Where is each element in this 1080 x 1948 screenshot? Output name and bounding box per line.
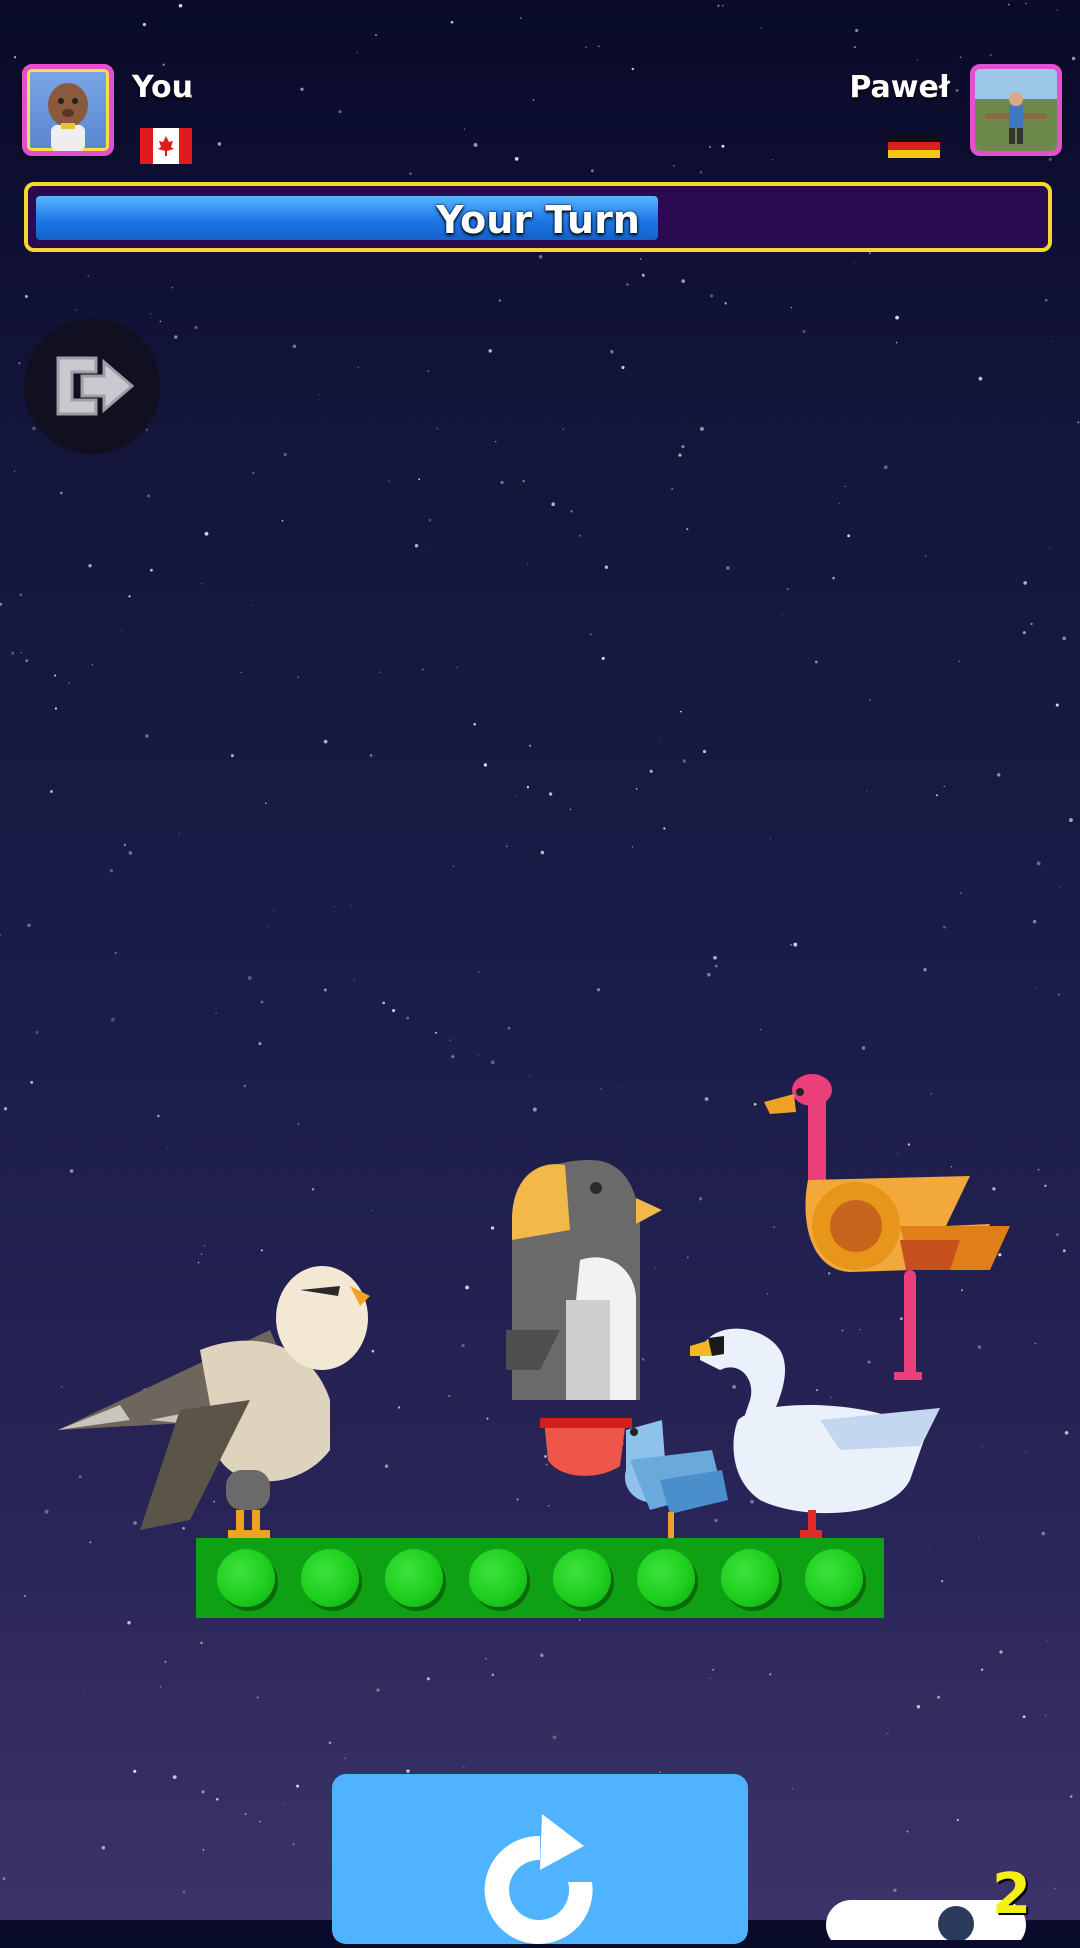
platform-peg xyxy=(385,1549,443,1607)
rotate-button[interactable] xyxy=(332,1774,748,1944)
platform-peg xyxy=(301,1549,359,1607)
platform-peg xyxy=(805,1549,863,1607)
penguin-piece[interactable] xyxy=(506,1160,662,1400)
platform-peg xyxy=(637,1549,695,1607)
swan-piece[interactable] xyxy=(690,1328,940,1538)
platform-peg xyxy=(721,1549,779,1607)
eagle-piece[interactable] xyxy=(58,1266,370,1538)
rotate-icon xyxy=(484,1814,593,1944)
platform-peg xyxy=(553,1549,611,1607)
pelican-piece[interactable] xyxy=(540,1418,728,1538)
platform-peg xyxy=(469,1549,527,1607)
pieces-counter-value: 2 xyxy=(992,1862,1031,1927)
platform-peg xyxy=(217,1549,275,1607)
base-platform xyxy=(196,1538,884,1618)
bird-stack xyxy=(58,1074,1010,1538)
ostrich-piece[interactable] xyxy=(764,1074,1010,1380)
